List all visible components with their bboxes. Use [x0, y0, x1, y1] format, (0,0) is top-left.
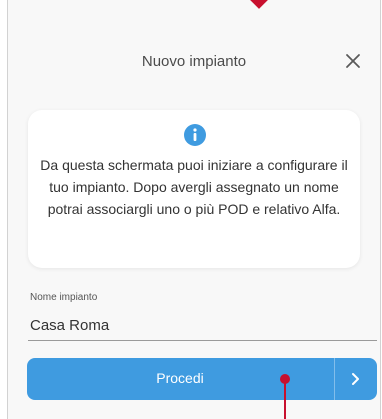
info-card: Da questa schermata puoi iniziare a conf…	[28, 110, 360, 268]
proceed-arrow-button[interactable]	[334, 358, 377, 400]
annotation-pointer-line	[284, 379, 286, 419]
chevron-right-icon	[352, 373, 359, 385]
close-icon[interactable]	[340, 48, 366, 74]
proceed-button[interactable]: Procedi	[27, 358, 377, 400]
plant-name-input[interactable]	[28, 311, 377, 341]
page-title: Nuovo impianto	[141, 53, 247, 70]
header: Nuovo impianto	[8, 44, 380, 80]
name-field-label: Nome impianto	[30, 292, 98, 303]
info-icon	[184, 124, 206, 146]
info-text: Da questa schermata puoi iniziare a conf…	[40, 157, 348, 217]
app-screen: Nuovo impianto Da questa schermata puoi …	[7, 0, 381, 419]
screenshot-stage: Nuovo impianto Da questa schermata puoi …	[0, 0, 382, 419]
